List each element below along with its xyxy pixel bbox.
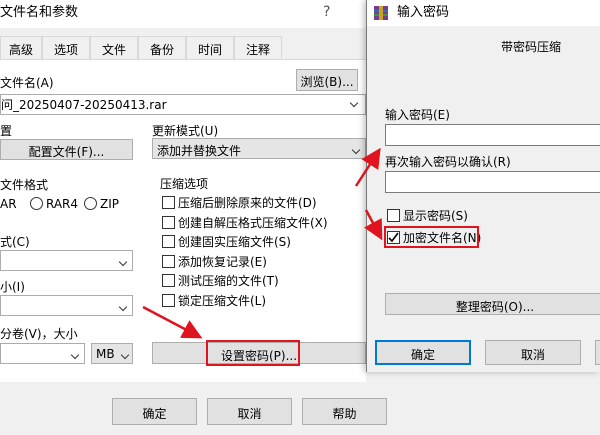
arrow-to-encrypt-names bbox=[364, 209, 383, 241]
arrow-to-password-input bbox=[354, 147, 381, 187]
arrow-to-set-password bbox=[142, 305, 203, 339]
annotation-arrows bbox=[142, 147, 383, 339]
